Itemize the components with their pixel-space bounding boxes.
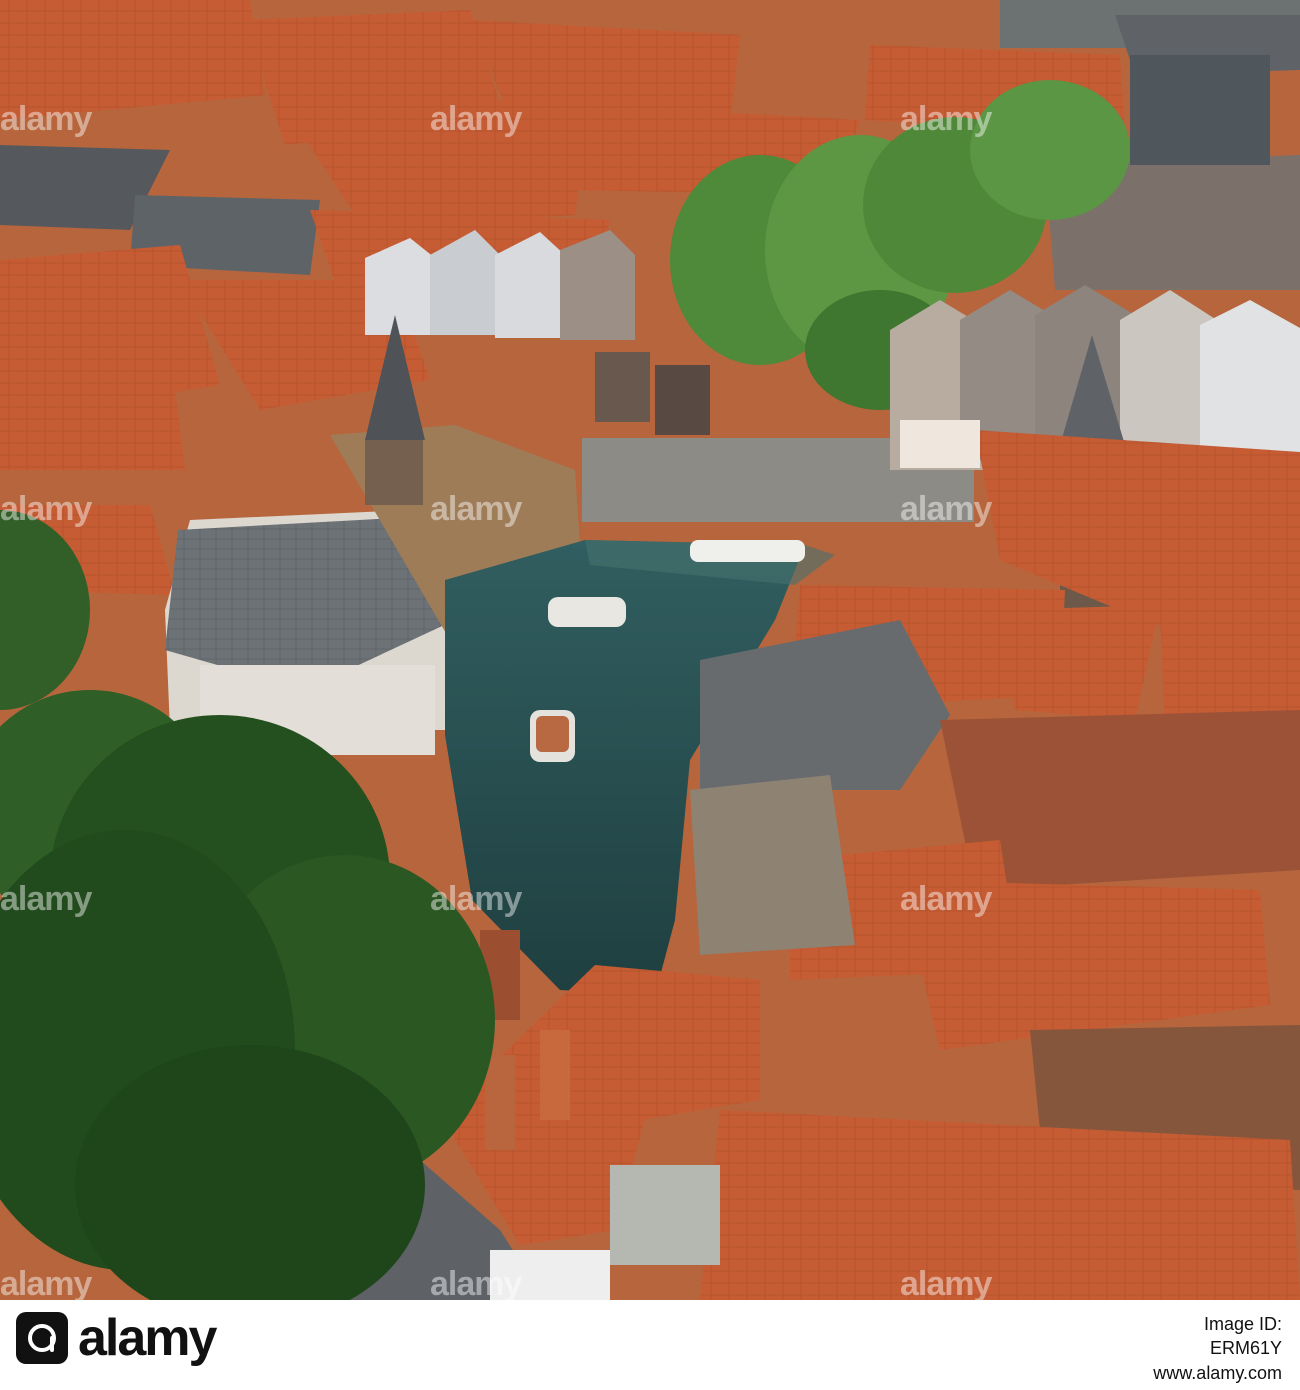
logo-text: alamy bbox=[78, 1309, 217, 1367]
roof bbox=[690, 775, 855, 955]
footer-bar: alamy Image ID: ERM61Y www.alamy.com bbox=[0, 1300, 1300, 1390]
image-id: ERM61Y bbox=[1209, 1338, 1282, 1359]
alamy-logo: alamy bbox=[16, 1309, 217, 1367]
image-meta: Image ID: ERM61Y www.alamy.com bbox=[1153, 1312, 1282, 1385]
roof bbox=[0, 390, 185, 470]
roof bbox=[700, 1110, 1300, 1300]
image-id-label: Image ID: bbox=[1203, 1314, 1282, 1334]
aerial-city-illustration bbox=[0, 0, 1300, 1300]
aerial-photo: alamy alamy alamy alamy alamy alamy alam… bbox=[0, 0, 1300, 1300]
image-url: www.alamy.com bbox=[1153, 1362, 1282, 1383]
roof bbox=[1000, 605, 1160, 720]
alamy-logo-icon bbox=[16, 1312, 68, 1364]
stock-photo-page: alamy alamy alamy alamy alamy alamy alam… bbox=[0, 0, 1300, 1390]
